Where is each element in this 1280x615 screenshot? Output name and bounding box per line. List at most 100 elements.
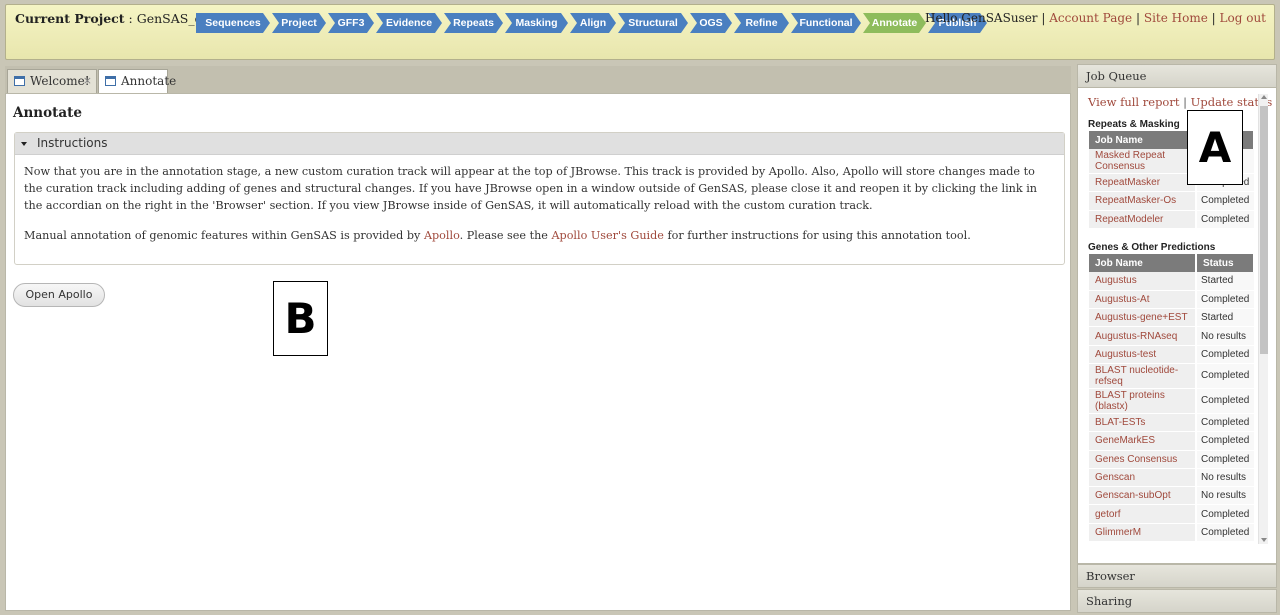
job-status: No results xyxy=(1196,468,1254,488)
job-name-link[interactable]: Masked Repeat Consensus xyxy=(1089,149,1197,174)
tab-welcome[interactable]: Welcome! × xyxy=(7,69,97,93)
view-full-report-link[interactable]: View full report xyxy=(1088,95,1179,109)
job-row: GeneMarkES Completed xyxy=(1089,431,1254,451)
apollo-link[interactable]: Apollo xyxy=(424,229,460,242)
job-name-link[interactable]: Augustus-At xyxy=(1089,290,1197,310)
job-name-link[interactable]: GeneMarkES xyxy=(1089,431,1197,451)
annotation-label-a: A xyxy=(1187,110,1243,185)
step-project[interactable]: Project xyxy=(272,13,326,33)
logout-link[interactable]: Log out xyxy=(1220,11,1266,25)
section-title-genes: Genes & Other Predictions xyxy=(1088,242,1216,253)
job-row: Augustus-test Completed xyxy=(1089,345,1254,364)
scroll-thumb[interactable] xyxy=(1260,106,1268,354)
instructions-title: Instructions xyxy=(37,136,108,150)
job-name-link[interactable]: Augustus-test xyxy=(1089,345,1197,364)
step-repeats[interactable]: Repeats xyxy=(444,13,503,33)
job-queue-body: View full report | Update status Repeats… xyxy=(1077,88,1277,564)
instructions-para-1: Now that you are in the annotation stage… xyxy=(24,165,1038,212)
project-label: Current Project xyxy=(15,11,125,26)
job-name-link[interactable]: Genes Consensus xyxy=(1089,450,1197,469)
instructions-header[interactable]: Instructions xyxy=(15,133,1064,155)
text: for further instructions for using this … xyxy=(663,229,971,242)
separator: | xyxy=(1211,11,1216,25)
greeting: Hello GenSASuser xyxy=(925,11,1038,25)
job-status: Completed xyxy=(1196,413,1254,433)
main-panel: Annotate Instructions Now that you are i… xyxy=(5,93,1071,611)
job-name-link[interactable]: BLAST nucleotide-refseq xyxy=(1089,363,1197,389)
genes-table: Job Name Status Augustus Started Augustus-… xyxy=(1089,254,1255,543)
job-row: Augustus Started xyxy=(1089,272,1254,291)
browser-header[interactable]: Browser xyxy=(1077,564,1277,588)
separator: | xyxy=(1041,11,1046,25)
job-row: BLAST proteins (blastx) Completed xyxy=(1089,388,1254,414)
job-name-link[interactable]: Augustus xyxy=(1089,272,1197,291)
text: Manual annotation of genomic features wi… xyxy=(24,229,424,242)
top-header: Current Project : GenSAS_demo Sequences P… xyxy=(5,4,1275,60)
job-status: Completed xyxy=(1196,523,1254,543)
close-icon[interactable]: × xyxy=(83,70,92,92)
job-status: Completed xyxy=(1196,388,1254,414)
job-name-link[interactable]: RepeatModeler xyxy=(1089,210,1197,229)
job-row: getorf Completed xyxy=(1089,504,1254,524)
job-queue-links: View full report | Update status xyxy=(1088,95,1272,109)
job-queue-header[interactable]: Job Queue xyxy=(1077,64,1277,88)
job-name-link[interactable]: getorf xyxy=(1089,504,1197,524)
open-apollo-button[interactable]: Open Apollo xyxy=(13,283,105,307)
scroll-down-icon[interactable] xyxy=(1261,538,1267,542)
step-align[interactable]: Align xyxy=(570,13,616,33)
job-status: Completed xyxy=(1196,290,1254,310)
job-row: BLAT-ESTs Completed xyxy=(1089,413,1254,433)
apollo-guide-link[interactable]: Apollo User's Guide xyxy=(551,229,663,242)
job-row: Genscan-subOpt No results xyxy=(1089,486,1254,506)
job-name-link[interactable]: Augustus-gene+EST xyxy=(1089,308,1197,328)
job-row: BLAST nucleotide-refseq Completed xyxy=(1089,363,1254,389)
step-refine[interactable]: Refine xyxy=(734,13,789,33)
job-row: GlimmerM Completed xyxy=(1089,523,1254,543)
job-status: Completed xyxy=(1196,191,1254,211)
col-job-name: Job Name xyxy=(1089,131,1197,149)
user-links: Hello GenSASuser | Account Page | Site H… xyxy=(925,11,1266,25)
job-name-link[interactable]: Genscan-subOpt xyxy=(1089,486,1197,506)
account-page-link[interactable]: Account Page xyxy=(1049,11,1132,25)
job-status: Completed xyxy=(1196,450,1254,469)
job-row: Augustus-At Completed xyxy=(1089,290,1254,310)
job-name-link[interactable]: Augustus-RNAseq xyxy=(1089,326,1197,346)
scroll-up-icon[interactable] xyxy=(1261,95,1267,99)
workflow-steps: Sequences Project GFF3 Evidence Repeats Maski… xyxy=(196,13,989,33)
job-status: Completed xyxy=(1196,431,1254,451)
step-evidence[interactable]: Evidence xyxy=(376,13,442,33)
job-name-link[interactable]: RepeatMasker-Os xyxy=(1089,191,1197,211)
instructions-para-2: Manual annotation of genomic features wi… xyxy=(24,227,1054,244)
step-gff3[interactable]: GFF3 xyxy=(328,13,374,33)
job-status: Completed xyxy=(1196,363,1254,389)
step-masking[interactable]: Masking xyxy=(505,13,568,33)
separator: | xyxy=(1135,11,1141,25)
site-home-link[interactable]: Site Home xyxy=(1144,11,1208,25)
job-row: Augustus-RNAseq No results xyxy=(1089,326,1254,346)
tab-annotate[interactable]: Annotate xyxy=(98,69,176,93)
job-row: Genes Consensus Completed xyxy=(1089,450,1254,469)
tab-bar: Welcome! × Annotate xyxy=(5,66,1071,93)
job-name-link[interactable]: BLAT-ESTs xyxy=(1089,413,1197,433)
job-row: Augustus-gene+EST Started xyxy=(1089,308,1254,328)
step-structural[interactable]: Structural xyxy=(618,13,688,33)
job-name-link[interactable]: Genscan xyxy=(1089,468,1197,488)
instructions-body: Now that you are in the annotation stage… xyxy=(15,155,1064,244)
step-sequences[interactable]: Sequences xyxy=(196,13,270,33)
separator: | xyxy=(1183,95,1187,109)
job-queue-scrollbar[interactable] xyxy=(1258,94,1268,544)
sharing-header[interactable]: Sharing xyxy=(1077,589,1277,613)
step-functional[interactable]: Functional xyxy=(791,13,861,33)
job-name-link[interactable]: GlimmerM xyxy=(1089,523,1197,543)
instructions-panel: Instructions Now that you are in the ann… xyxy=(14,132,1065,265)
step-annotate[interactable]: Annotate xyxy=(863,13,926,33)
step-ogs[interactable]: OGS xyxy=(690,13,732,33)
window-icon xyxy=(14,76,25,86)
annotation-label-b: B xyxy=(273,281,328,356)
job-name-link[interactable]: RepeatMasker xyxy=(1089,173,1197,193)
window-icon xyxy=(105,76,116,86)
job-status: No results xyxy=(1196,486,1254,506)
job-name-link[interactable]: BLAST proteins (blastx) xyxy=(1089,388,1197,414)
col-job-name: Job Name xyxy=(1089,254,1197,272)
right-accordion: Job Queue View full report | Update stat… xyxy=(1077,64,1277,615)
